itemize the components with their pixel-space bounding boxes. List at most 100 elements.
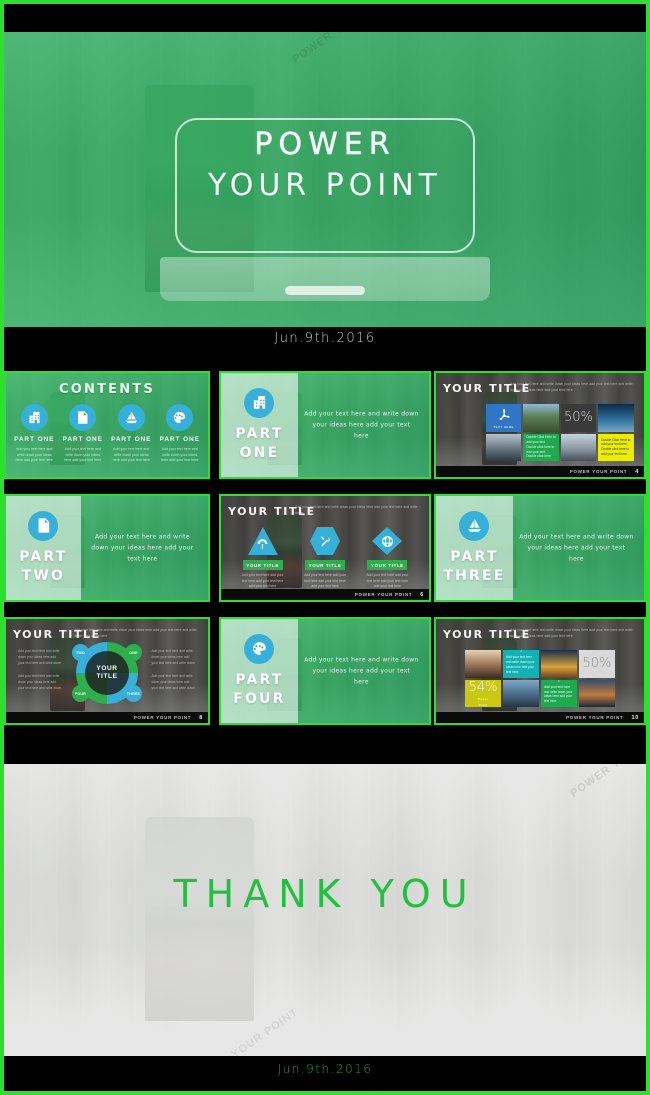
thumbnail-mosaic-slide-4[interactable]: YOUR TITLE Add your text here and write … [434, 371, 646, 479]
hero-date: Jun.9th.2016 [274, 331, 376, 346]
hero-title: POWER YOUR POINT [115, 127, 535, 204]
palette-icon [244, 633, 275, 664]
donut-left-paragraph: Add your text here and write down your i… [18, 649, 62, 665]
photo-mosaic-grid: Add your text here and write down your i… [465, 650, 615, 707]
divider-word-2: THREE [443, 567, 506, 584]
mosaic-tile[interactable] [465, 650, 502, 678]
donut-right-paragraph: Add your text here and write down your i… [151, 674, 195, 690]
thumbnail-donut-slide-8[interactable]: YOUR TITLE Add your text here and write … [4, 617, 210, 725]
footer-brand: POWER YOUR POINT [133, 715, 192, 720]
donut-bubble[interactable]: TWO [72, 644, 89, 662]
slide-footer: POWER YOUR POINT 10 [436, 712, 644, 723]
mosaic-tile[interactable] [560, 433, 597, 461]
mosaic-tile-value: 54% [468, 679, 498, 695]
contents-columns: PART ONE Add your text here and write do… [10, 404, 204, 471]
mosaic-tile[interactable] [523, 404, 559, 432]
thumbnail-row-2: PART TWO Add your text here and write do… [0, 488, 650, 608]
thumbnail-contents-slide[interactable]: CONTENTS PART ONE Add your text here and… [4, 371, 210, 479]
contents-item-body: Add your text here and write down your i… [161, 447, 199, 463]
mosaic-tile[interactable]: 50% [578, 650, 615, 678]
donut-bubble[interactable]: THREE [125, 685, 142, 703]
donut-right-paragraph: Add your text here and write down your i… [151, 649, 195, 665]
frame-border-right [646, 0, 650, 1095]
footer-brand: POWER YOUR POINT [569, 469, 628, 474]
contents-item-body: Add your text here and write down your i… [112, 447, 150, 463]
thumbnail-mosaic-slide-10[interactable]: YOUR TITLE Add your text here and write … [434, 617, 646, 725]
donut-center-line1: YOUR [96, 664, 118, 672]
divider-word-1: PART [450, 548, 499, 565]
triangle-shape [247, 526, 279, 556]
building-icon [244, 387, 275, 418]
page-number: 10 [631, 714, 639, 721]
hero-title-line2: YOUR POINT [208, 168, 442, 204]
divider-body-text: Add your text here and write down your i… [304, 656, 419, 686]
mosaic-tile[interactable] [503, 679, 539, 707]
donut-left-paragraph: Add your text here and write down your i… [18, 674, 62, 690]
shape-badge: YOUR TITLE [304, 560, 346, 570]
mosaic-tile[interactable]: 54% Power Point [465, 679, 502, 707]
mosaic-tile-value: 50% [564, 410, 593, 426]
slide-subtitle: Add your text here and write down your i… [74, 628, 197, 638]
mosaic-tile[interactable]: Double Click Here to add your text. Doub… [523, 433, 559, 461]
contents-item-4[interactable]: PART ONE Add your text here and write do… [156, 404, 203, 464]
thumbnail-divider-part-two[interactable]: PART TWO Add your text here and write do… [4, 494, 210, 602]
contents-item-2[interactable]: PART ONE Add your text here and write do… [59, 404, 106, 464]
donut-center-label: YOUR TITLE [85, 651, 129, 696]
shape-item-3[interactable]: YOUR TITLE Add your text here add your t… [359, 526, 415, 590]
slide-subtitle: Add your text here and write down your i… [510, 628, 633, 638]
shape-badge: YOUR TITLE [367, 560, 408, 570]
footer-brand: POWER YOUR POINT [354, 592, 413, 597]
laptop-notch-shape [285, 286, 365, 295]
thumbnail-divider-part-three[interactable]: PART THREE Add your text here and write … [434, 494, 646, 602]
mosaic-tile[interactable] [598, 404, 634, 432]
mosaic-tile-sub2: Point [478, 702, 488, 707]
divider-word-2: ONE [239, 444, 280, 461]
mosaic-tile[interactable] [541, 650, 577, 678]
divider-left-panel: PART TWO [6, 496, 81, 600]
thumbnail-row-3: YOUR TITLE Add your text here and write … [0, 611, 650, 731]
mosaic-tile[interactable]: Add your text here and write down your i… [503, 650, 539, 678]
mosaic-tile[interactable] [485, 433, 522, 461]
mosaic-tile[interactable]: Double Click Here to add your text here.… [598, 433, 634, 461]
mosaic-tile-text: Add your text here and write down your i… [544, 684, 573, 704]
sailboat-icon [459, 510, 490, 541]
photo-mosaic-grid: TEXT HERE 50% Double Click Here to add y… [485, 404, 634, 461]
contents-item-label: PART ONE [159, 436, 200, 443]
slide-footer: POWER YOUR POINT 8 [6, 712, 208, 723]
thumbnail-shapes-slide-6[interactable]: YOUR TITLE Add your text here and write … [219, 494, 431, 602]
contents-item-3[interactable]: PART ONE Add your text here and write do… [108, 404, 155, 464]
umbrella-icon [257, 539, 268, 549]
hexagon-shape [309, 526, 341, 556]
mosaic-tile-sub1: Power [477, 696, 489, 701]
donut-bubble[interactable]: ONE [125, 644, 142, 662]
shape-item-1[interactable]: YOUR TITLE Add your text here add your t… [235, 526, 291, 590]
divider-left-panel: PART FOUR [221, 619, 298, 723]
donut-center-line2: TITLE [96, 673, 118, 681]
thumbnail-row-1: CONTENTS PART ONE Add your text here and… [0, 365, 650, 485]
globe-icon [381, 535, 393, 547]
slide-footer: POWER YOUR POINT 4 [436, 466, 644, 477]
mosaic-tile[interactable]: TEXT HERE [485, 404, 522, 432]
footer-brand: POWER YOUR POINT [566, 715, 624, 720]
building-icon [20, 404, 48, 431]
document-icon [28, 510, 59, 541]
contents-item-label: PART ONE [111, 436, 152, 443]
shape-item-2[interactable]: YOUR TITLE Add your text here add your t… [297, 526, 353, 590]
slide-subtitle: Add your text here and write down your i… [510, 382, 633, 392]
acrobat-icon [499, 408, 510, 420]
divider-left-panel: PART THREE [436, 496, 513, 600]
mosaic-tile[interactable] [578, 679, 615, 707]
donut-bubble[interactable]: FOUR [72, 685, 89, 703]
donut-right-column: Add your text here and write down your i… [151, 649, 195, 700]
thumbnail-divider-part-one[interactable]: PART ONE Add your text here and write do… [219, 371, 431, 479]
divider-word-1: PART [235, 671, 284, 688]
mosaic-tile-text: Double Click Here to add your text here.… [601, 437, 631, 457]
contents-item-body: Add your text here and write down your i… [64, 447, 102, 463]
mosaic-tile[interactable]: Add your text here and write down your i… [541, 679, 577, 707]
mosaic-tile[interactable]: 50% [560, 404, 597, 432]
document-icon [69, 404, 97, 431]
page-number: 6 [420, 591, 424, 598]
contents-item-1[interactable]: PART ONE Add your text here and write do… [11, 404, 58, 464]
page-number: 8 [199, 714, 203, 721]
thumbnail-divider-part-four[interactable]: PART FOUR Add your text here and write d… [219, 617, 431, 725]
